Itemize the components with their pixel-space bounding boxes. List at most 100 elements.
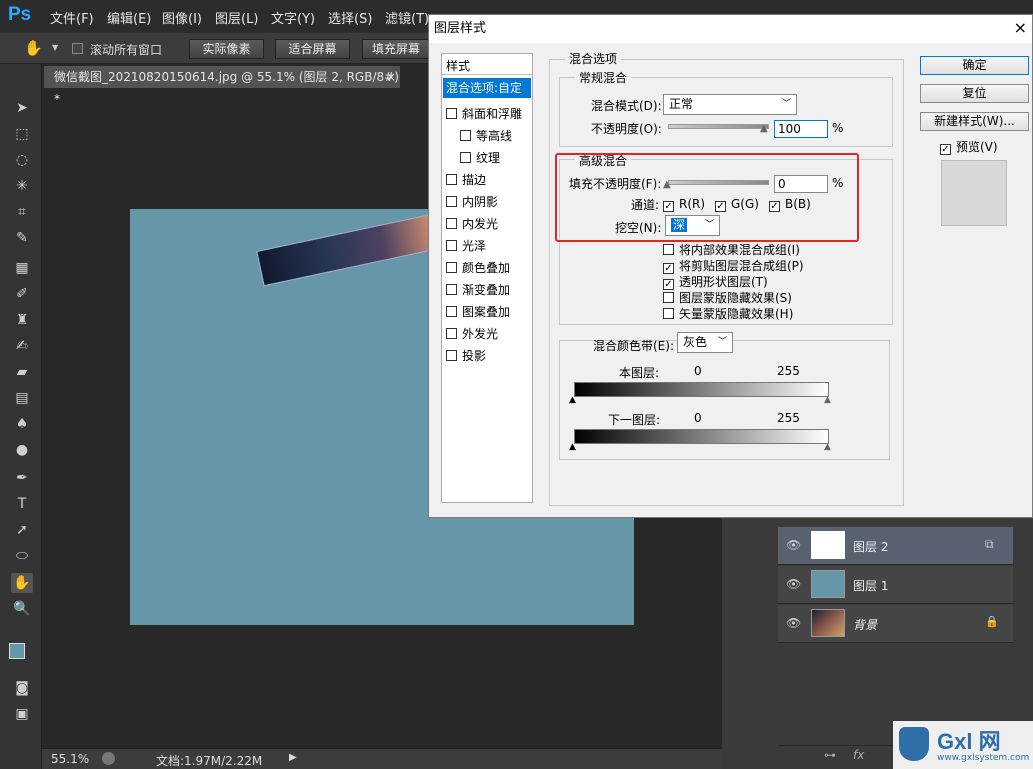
dodge-tool-icon[interactable]: ● [11, 440, 33, 460]
history-brush-tool-icon[interactable]: ✍ [11, 336, 33, 356]
type-tool-icon[interactable]: T [11, 494, 33, 514]
hand-tool-active-icon[interactable]: ✋ [11, 573, 33, 593]
checkbox[interactable] [446, 108, 457, 119]
style-item-gradient-overlay[interactable]: 渐变叠加 [446, 281, 510, 298]
layer-row[interactable]: 👁 图层 1 [778, 566, 1013, 604]
fx-icon[interactable]: fx [853, 748, 864, 762]
checkbox[interactable] [446, 240, 457, 251]
eraser-tool-icon[interactable]: ▰ [11, 362, 33, 382]
advanced-option-checkbox[interactable]: ✓ 将剪贴图层混合成组(P) [663, 257, 804, 274]
advanced-option-checkbox[interactable]: ✓ 透明形状图层(T) [663, 273, 768, 290]
style-item-satin[interactable]: 光泽 [446, 237, 486, 254]
style-item-drop-shadow[interactable]: 投影 [446, 347, 486, 364]
style-item-texture[interactable]: 纹理 [460, 149, 500, 166]
checkbox[interactable] [446, 218, 457, 229]
crop-tool-icon[interactable]: ⌗ [11, 202, 33, 222]
pen-tool-icon[interactable]: ✒ [11, 468, 33, 488]
layer-row[interactable]: 👁 背景 🔒 [778, 605, 1013, 643]
menu-type[interactable]: 文字(Y) [271, 8, 315, 27]
tool-preset-dropdown-icon[interactable]: ▼ [52, 43, 58, 52]
fill-screen-button[interactable]: 填充屏幕 [362, 39, 430, 59]
menu-image[interactable]: 图像(I) [162, 8, 202, 27]
underlying-layer-gradient[interactable] [574, 429, 829, 444]
clone-stamp-tool-icon[interactable]: ♜ [11, 310, 33, 330]
ok-button[interactable]: 确定 [920, 56, 1029, 75]
menu-file[interactable]: 文件(F) [50, 8, 94, 27]
visibility-eye-icon[interactable]: 👁 [786, 577, 801, 591]
layer-effects-icon[interactable]: ⧉ [985, 537, 994, 552]
screen-mode-icon[interactable]: ▣ [11, 704, 33, 724]
checkbox[interactable] [446, 196, 457, 207]
new-style-button[interactable]: 新建样式(W)... [920, 112, 1029, 131]
checkbox[interactable] [446, 306, 457, 317]
menu-layer[interactable]: 图层(L) [215, 8, 258, 27]
advanced-option-checkbox[interactable]: 将内部效果混合成组(I) [663, 241, 800, 258]
magic-wand-tool-icon[interactable]: ✳ [11, 176, 33, 196]
dialog-close-icon[interactable]: × [1014, 18, 1027, 37]
move-tool-icon[interactable]: ➤ [11, 98, 33, 118]
scroll-all-windows-checkbox[interactable] [72, 42, 88, 56]
checkbox[interactable] [446, 350, 457, 361]
underlying-layer-white-slider[interactable]: ▲ [824, 442, 831, 452]
zoom-tool-icon[interactable]: 🔍 [11, 599, 33, 619]
style-item-bevel-emboss[interactable]: 斜面和浮雕 [446, 105, 522, 122]
zoom-level[interactable]: 55.1% [51, 752, 89, 766]
preview-checkbox[interactable]: ✓ 预览(V) [940, 138, 998, 155]
style-item-inner-glow[interactable]: 内发光 [446, 215, 498, 232]
visibility-eye-icon[interactable]: 👁 [786, 538, 801, 552]
visibility-eye-icon[interactable]: 👁 [786, 616, 801, 630]
advanced-option-checkbox[interactable]: 矢量蒙版隐藏效果(H) [663, 305, 793, 322]
hand-tool-icon[interactable]: ✋ [24, 39, 43, 57]
menu-filter[interactable]: 滤镜(T) [385, 8, 429, 27]
checkbox[interactable] [460, 152, 471, 163]
layer-row[interactable]: 👁 图层 2 ⧉ [778, 527, 1013, 565]
this-layer-gradient[interactable] [574, 382, 829, 397]
opacity-slider-thumb[interactable]: ▲ [760, 123, 768, 134]
underlying-layer-black-slider[interactable]: ▲ [569, 442, 576, 452]
status-menu-arrow-icon[interactable]: ▶ [289, 752, 297, 763]
link-layers-icon[interactable]: ⊶ [824, 748, 836, 762]
close-document-icon[interactable]: × [386, 66, 396, 88]
path-selection-tool-icon[interactable]: ➚ [11, 520, 33, 540]
this-layer-black-slider[interactable]: ▲ [569, 395, 576, 405]
foreground-color-swatch[interactable] [9, 643, 25, 659]
eyedropper-tool-icon[interactable]: ✎ [11, 228, 33, 248]
layer-thumbnail [811, 531, 845, 559]
blend-if-select[interactable]: 灰色 ﹀ [677, 332, 733, 353]
style-item-pattern-overlay[interactable]: 图案叠加 [446, 303, 510, 320]
menu-edit[interactable]: 编辑(E) [107, 8, 151, 27]
scroll-all-windows-label: 滚动所有窗口 [90, 43, 163, 57]
blend-if-label: 混合颜色带(E): [593, 339, 674, 353]
marquee-tool-icon[interactable]: ⬚ [11, 124, 33, 144]
underlying-layer-label: 下一图层: [608, 413, 661, 427]
checkbox[interactable] [446, 284, 457, 295]
menu-select[interactable]: 选择(S) [328, 8, 372, 27]
checkbox[interactable] [460, 130, 471, 141]
reset-button[interactable]: 复位 [920, 84, 1029, 103]
document-tab[interactable]: 微信截图_20210820150614.jpg @ 55.1% (图层 2, R… [44, 66, 400, 106]
checkbox[interactable] [446, 328, 457, 339]
quick-mask-icon[interactable]: ◙ [11, 678, 33, 698]
style-item-stroke[interactable]: 描边 [446, 171, 486, 188]
style-item-blending-options[interactable]: 混合选项:自定 [443, 78, 531, 98]
blur-tool-icon[interactable]: ♠ [11, 414, 33, 434]
style-item-inner-shadow[interactable]: 内阴影 [446, 193, 498, 210]
healing-brush-tool-icon[interactable]: ▦ [11, 258, 33, 278]
actual-pixels-button[interactable]: 实际像素 [189, 39, 264, 59]
checkbox[interactable] [446, 262, 457, 273]
lasso-tool-icon[interactable]: ◌ [11, 150, 33, 170]
style-item-color-overlay[interactable]: 颜色叠加 [446, 259, 510, 276]
opacity-slider-track[interactable] [668, 124, 769, 129]
blend-mode-select[interactable]: 正常 ﹀ [663, 94, 797, 115]
ellipse-tool-icon[interactable]: ⬭ [11, 546, 33, 566]
style-item-contour[interactable]: 等高线 [460, 127, 512, 144]
status-info-icon[interactable] [102, 752, 115, 765]
gradient-tool-icon[interactable]: ▤ [11, 388, 33, 408]
style-item-outer-glow[interactable]: 外发光 [446, 325, 498, 342]
checkbox[interactable] [446, 174, 457, 185]
this-layer-white-slider[interactable]: ▲ [824, 395, 831, 405]
fit-screen-button[interactable]: 适合屏幕 [275, 39, 350, 59]
brush-tool-icon[interactable]: ✐ [11, 284, 33, 304]
opacity-input[interactable]: 100 [774, 120, 828, 138]
advanced-option-checkbox[interactable]: 图层蒙版隐藏效果(S) [663, 289, 792, 306]
